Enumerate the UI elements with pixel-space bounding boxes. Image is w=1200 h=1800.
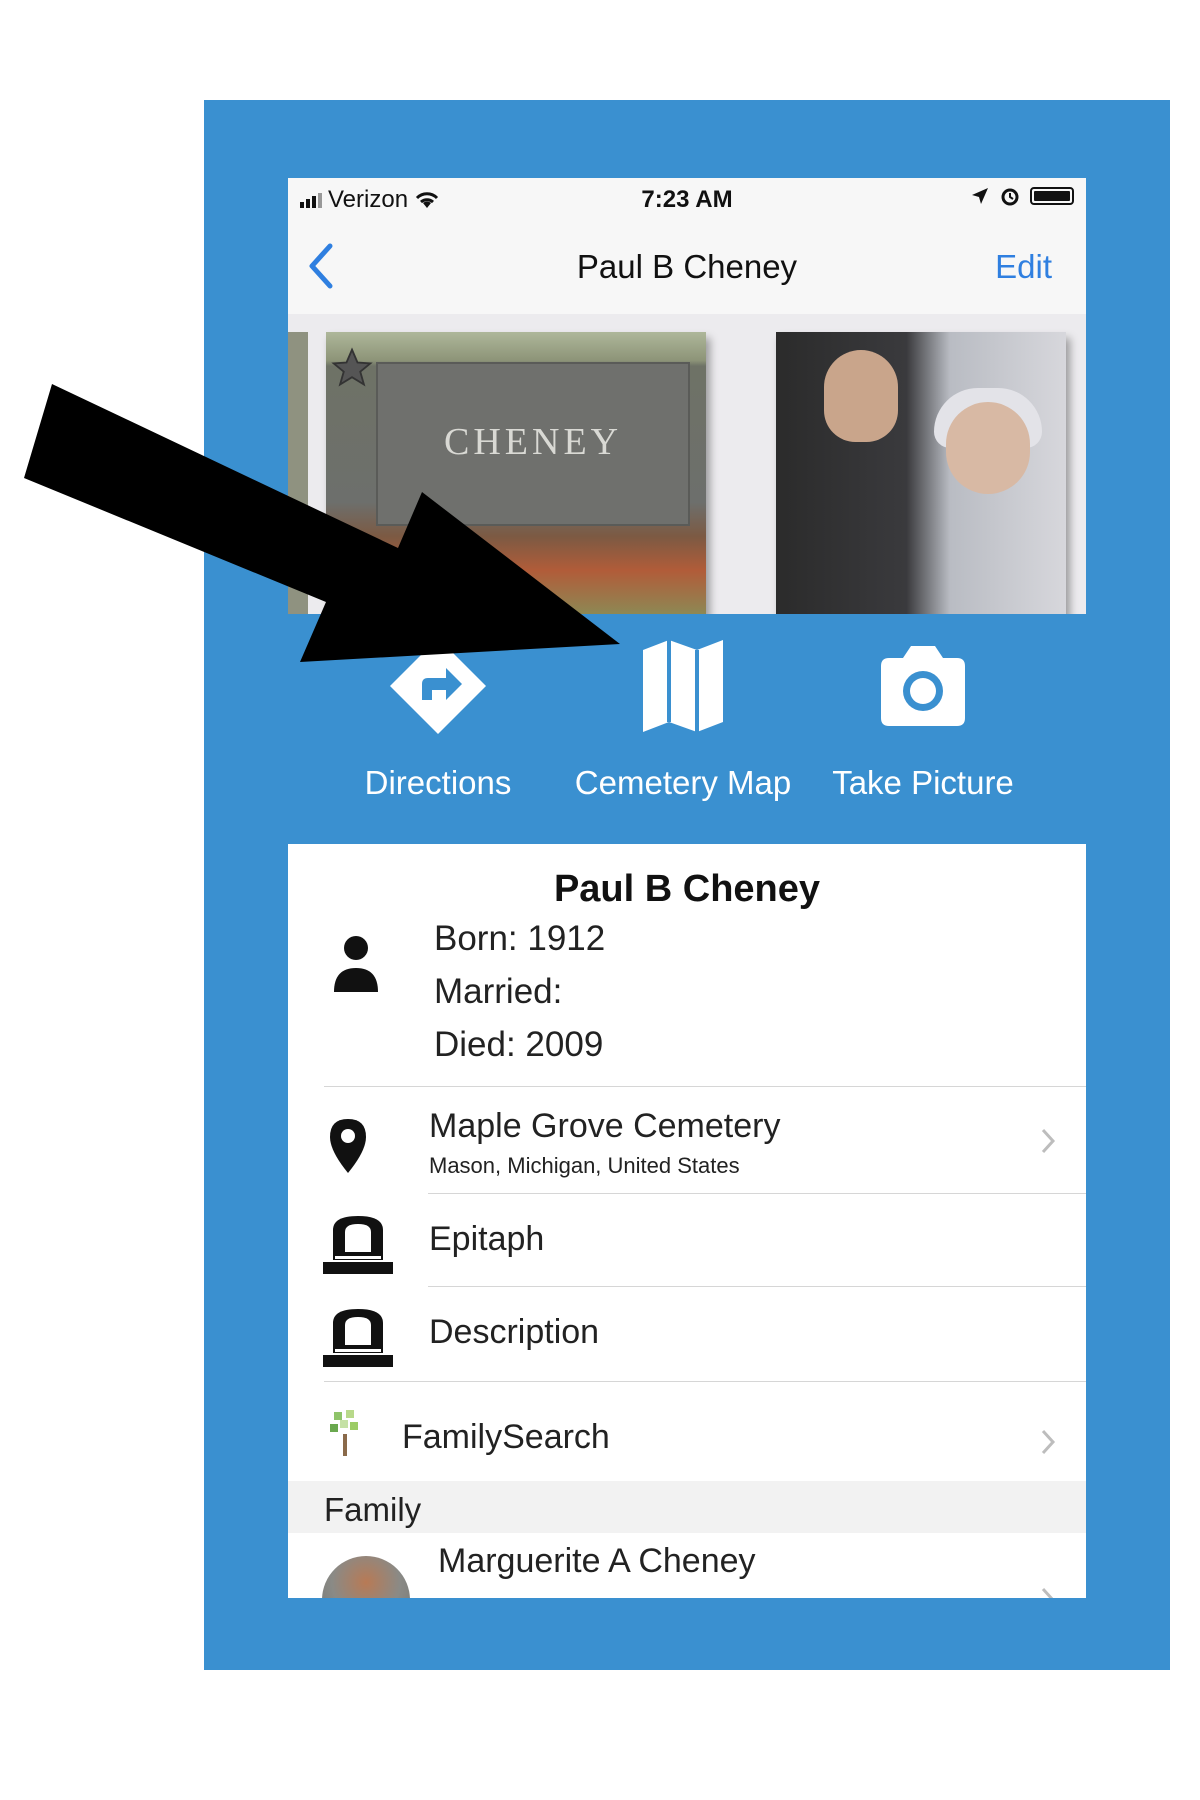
take-picture-button[interactable]: Take Picture (813, 614, 1033, 844)
pointer-arrow (24, 384, 620, 662)
directions-label: Directions (364, 764, 512, 801)
navigation-bar: Paul B Cheney Edit (288, 218, 1086, 315)
map-icon (643, 640, 723, 732)
woman-face (946, 402, 1030, 494)
cemetery-row[interactable]: Maple Grove Cemetery Mason, Michigan, Un… (288, 1087, 1086, 1193)
location-arrow-icon (972, 188, 988, 204)
headstone-icon (323, 1309, 393, 1367)
headstone-icon (323, 1216, 393, 1274)
cemetery-location: Mason, Michigan, United States (429, 1153, 740, 1178)
edit-button[interactable]: Edit (995, 248, 1052, 286)
status-bar: Verizon 7:23 AM (288, 178, 1086, 218)
family-header-label: Family (324, 1491, 422, 1528)
camera-icon (881, 646, 965, 726)
chevron-right-icon (1041, 1587, 1054, 1598)
status-time: 7:23 AM (641, 186, 733, 213)
family-section-header: Family (288, 1481, 1086, 1533)
familysearch-row[interactable]: FamilySearch (288, 1382, 1086, 1482)
born-text: Born: 1912 (434, 919, 606, 958)
familysearch-label: FamilySearch (402, 1418, 610, 1456)
couple-photo[interactable] (776, 332, 1066, 622)
location-pin-icon (330, 1119, 366, 1173)
cemetery-map-label: Cemetery Map (574, 764, 792, 801)
page-title: Paul B Cheney (576, 248, 798, 285)
died-text: Died: 2009 (434, 1025, 604, 1064)
description-row[interactable]: Description (288, 1287, 1086, 1381)
alarm-icon (1001, 188, 1019, 206)
description-label: Description (429, 1313, 600, 1351)
take-picture-label: Take Picture (832, 764, 1014, 801)
life-dates: Born: 1912 Married: Died: 2009 (434, 912, 605, 1071)
epitaph-label: Epitaph (429, 1220, 545, 1258)
cemetery-name: Maple Grove Cemetery (429, 1107, 781, 1145)
man-face (824, 350, 898, 442)
familysearch-tree-icon (330, 1410, 358, 1456)
battery-icon (1030, 187, 1074, 205)
person-name: Paul B Cheney (553, 868, 821, 910)
chevron-right-icon (1041, 1128, 1056, 1154)
person-icon (334, 936, 378, 992)
chevron-right-icon (1041, 1429, 1056, 1455)
family-member-name: Marguerite A Cheney (438, 1542, 756, 1580)
epitaph-row[interactable]: Epitaph (288, 1194, 1086, 1286)
married-text: Married: (434, 972, 563, 1011)
